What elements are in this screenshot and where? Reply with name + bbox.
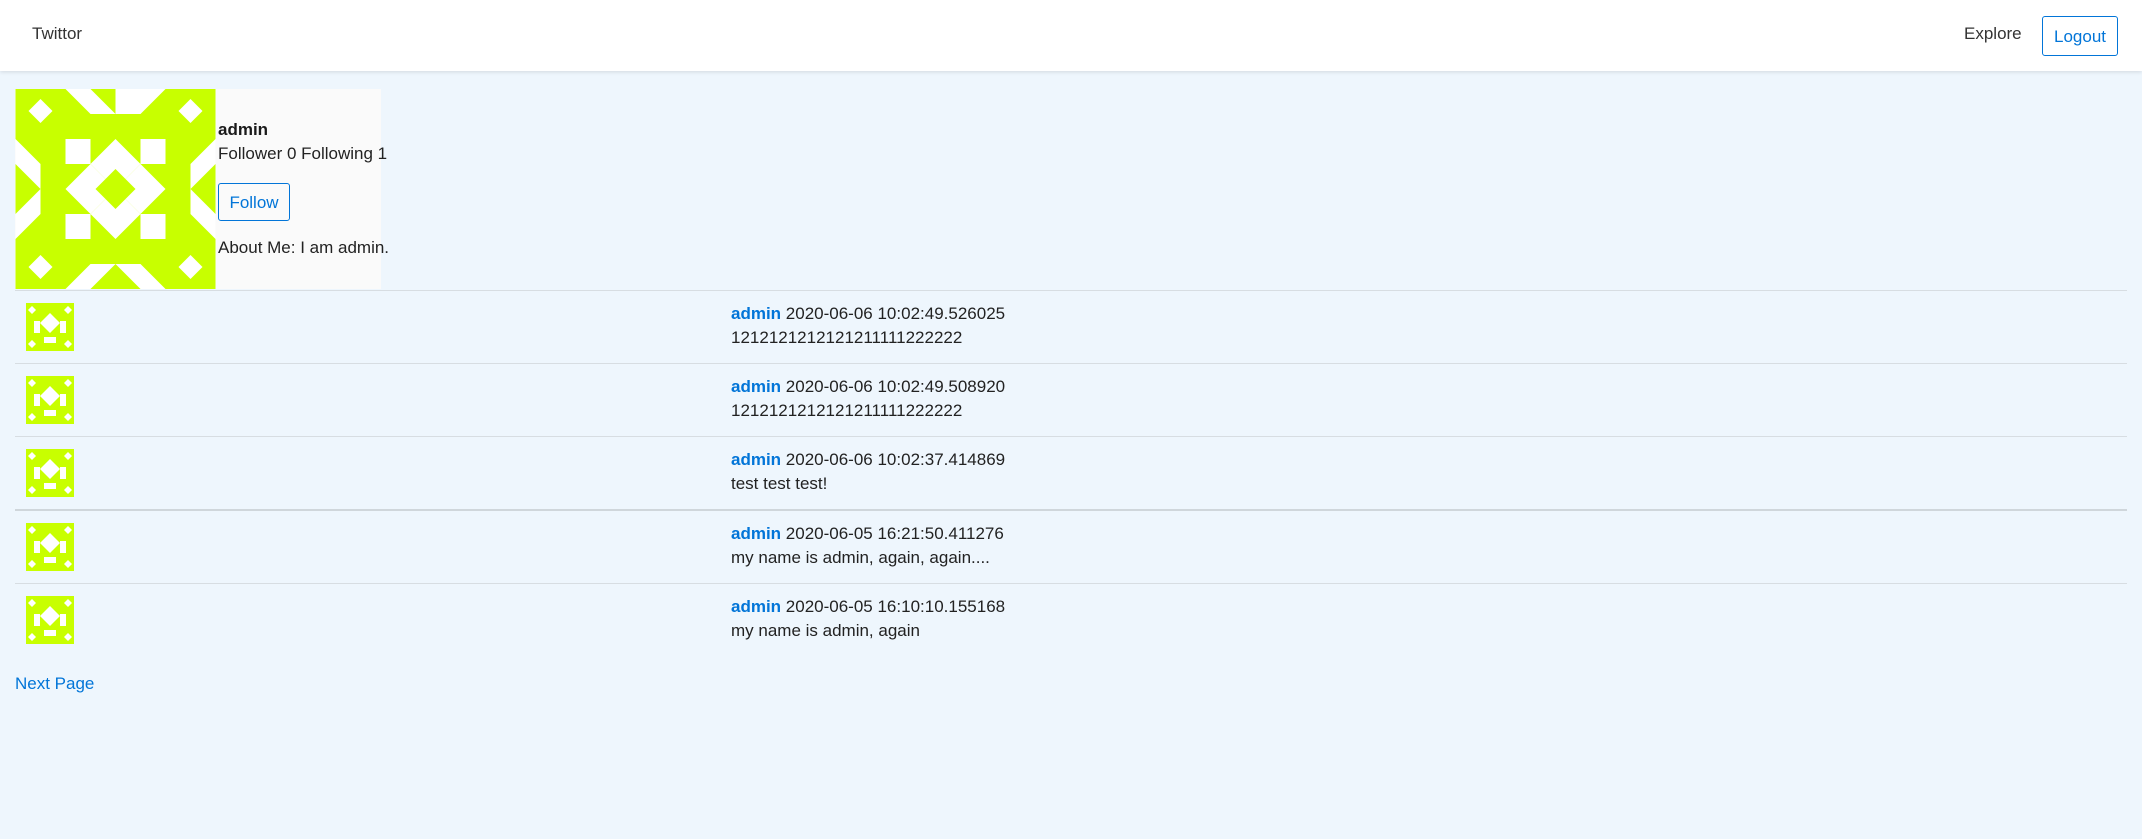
post-author-link[interactable]: admin: [731, 377, 781, 396]
post-meta: admin 2020-06-06 10:02:49.526025: [731, 304, 1005, 324]
post-avatar-icon[interactable]: [26, 303, 74, 351]
post-avatar-icon[interactable]: [26, 449, 74, 497]
post-body: my name is admin, again: [731, 621, 920, 640]
post-author-link[interactable]: admin: [731, 524, 781, 543]
post-avatar-icon[interactable]: [26, 376, 74, 424]
identicon-avatar: [15, 89, 216, 289]
post-meta: admin 2020-06-06 10:02:37.414869: [731, 450, 1005, 470]
about-me: About Me: I am admin.: [218, 238, 390, 257]
post-author-link[interactable]: admin: [731, 304, 781, 323]
follow-stats: Follower 0 Following 1: [218, 144, 388, 163]
post-author-link[interactable]: admin: [731, 597, 781, 616]
post-body: 1212121212121211111222222: [731, 328, 963, 347]
explore-link[interactable]: Explore: [1964, 24, 2022, 44]
post-list: admin 2020-06-06 10:02:49.526025 1212121…: [15, 290, 2127, 656]
profile-username: admin: [218, 120, 269, 139]
post-item: admin 2020-06-05 16:10:10.155168 my name…: [15, 583, 2127, 656]
post-item: admin 2020-06-06 10:02:37.414869 test te…: [15, 436, 2127, 509]
profile-card: admin Follower 0 Following 1 Follow Abou…: [15, 89, 389, 289]
post-body: my name is admin, again, again....: [731, 548, 990, 567]
post-meta: admin 2020-06-05 16:21:50.411276: [731, 524, 1004, 544]
post-body: 1212121212121211111222222: [731, 401, 963, 420]
post-timestamp: 2020-06-06 10:02:49.508920: [785, 377, 1006, 396]
post-author-link[interactable]: admin: [731, 450, 781, 469]
post-item: admin 2020-06-05 16:21:50.411276 my name…: [15, 509, 2127, 583]
post-meta: admin 2020-06-05 16:10:10.155168: [731, 597, 1005, 617]
brand-link[interactable]: Twittor: [32, 24, 82, 44]
next-page-link[interactable]: Next Page: [15, 674, 94, 694]
follow-button[interactable]: Follow: [218, 183, 290, 221]
logout-button[interactable]: Logout: [2042, 16, 2118, 56]
post-item: admin 2020-06-06 10:02:49.526025 1212121…: [15, 290, 2127, 363]
top-navbar: Twittor Explore Logout: [0, 0, 2142, 71]
post-timestamp: 2020-06-05 16:21:50.411276: [785, 524, 1004, 543]
post-timestamp: 2020-06-05 16:10:10.155168: [785, 597, 1006, 616]
post-avatar-icon[interactable]: [26, 523, 74, 571]
post-avatar-icon[interactable]: [26, 596, 74, 644]
post-item: admin 2020-06-06 10:02:49.508920 1212121…: [15, 363, 2127, 436]
post-timestamp: 2020-06-06 10:02:37.414869: [785, 450, 1006, 469]
post-body: test test test!: [731, 474, 828, 493]
post-timestamp: 2020-06-06 10:02:49.526025: [785, 304, 1006, 323]
post-meta: admin 2020-06-06 10:02:49.508920: [731, 377, 1005, 397]
